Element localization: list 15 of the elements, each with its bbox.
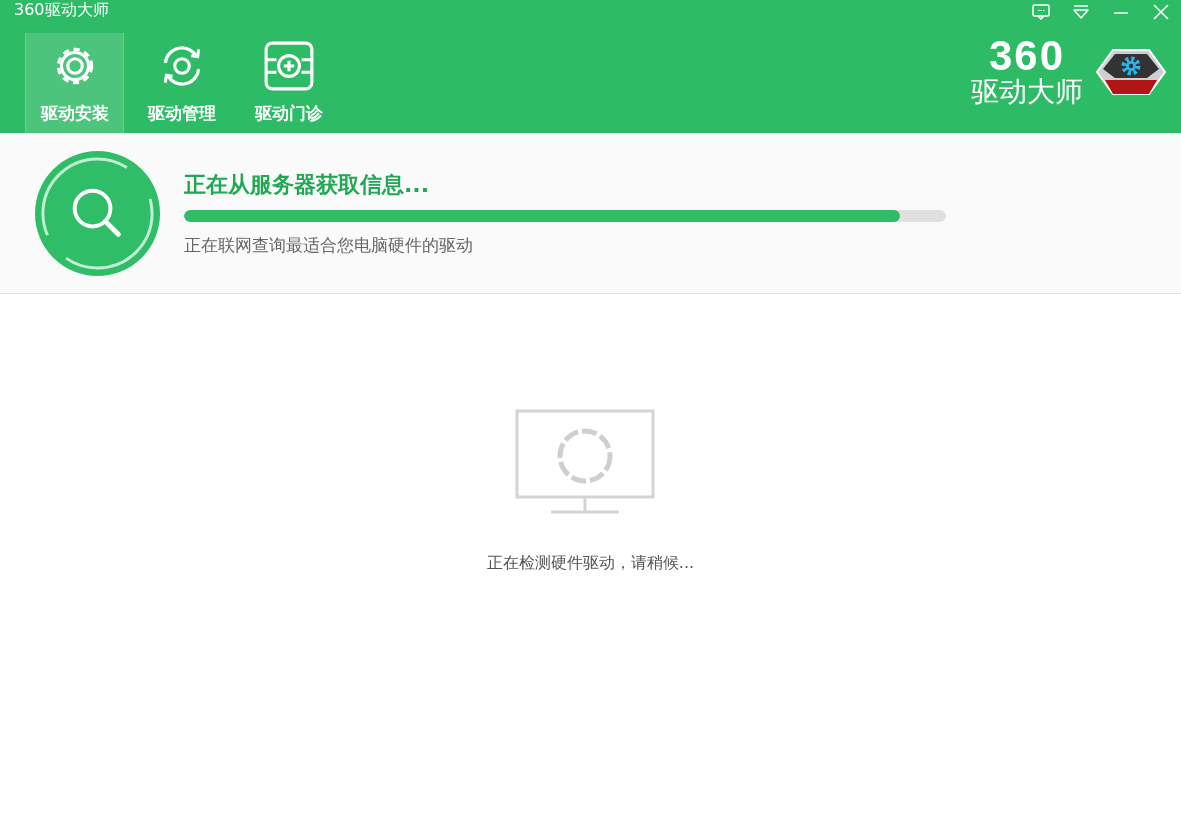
chat-icon[interactable] [1031, 2, 1051, 22]
status-detail: 正在联网查询最适合您电脑硬件的驱动 [184, 233, 473, 257]
detection-message: 正在检测硬件驱动，请稍候... [486, 553, 695, 574]
tab[interactable]: 驱动安装 [25, 33, 124, 133]
search-icon [33, 148, 162, 278]
status-title: 正在从服务器获取信息... [184, 170, 430, 199]
logo-number: 360 [988, 36, 1066, 76]
logo-name: 驱动大师 [971, 76, 1083, 108]
close-icon[interactable] [1151, 2, 1171, 22]
monitor-loading-icon [514, 409, 655, 515]
menu-icon[interactable] [1071, 2, 1091, 22]
tab[interactable]: 驱动管理 [132, 33, 231, 133]
medical-box-icon [262, 40, 315, 92]
tab[interactable]: 驱动门诊 [239, 33, 338, 133]
window-title: 360驱动大师 [14, 0, 109, 20]
